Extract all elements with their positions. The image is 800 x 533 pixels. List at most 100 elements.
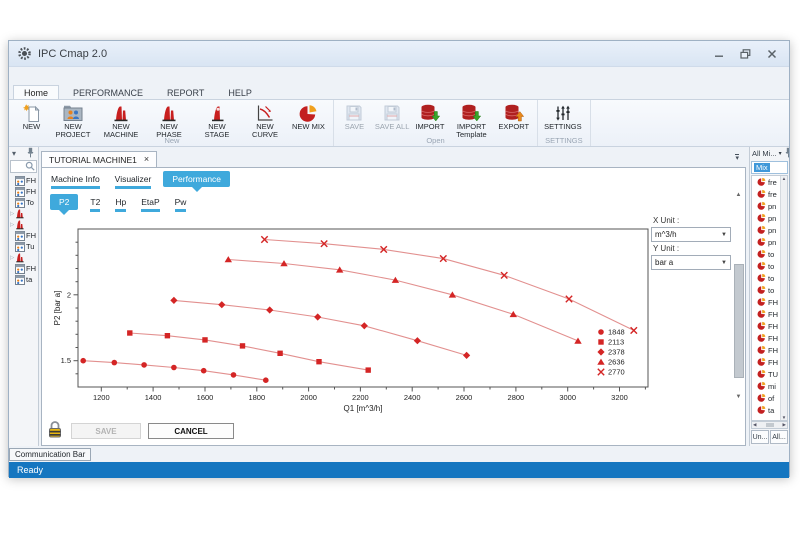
scroll-up-icon[interactable]: ▲ [736,192,742,198]
mix-item-2[interactable]: pn [752,200,781,212]
mix-item-5[interactable]: pn [752,236,781,248]
scroll-down-icon[interactable]: ▼ [782,415,786,420]
tree-item-0[interactable]: FH [9,175,38,186]
chart-series-1848-marker [80,358,86,364]
scroll-right-icon[interactable]: ▶ [783,422,786,428]
window-title: IPC Cmap 2.0 [38,48,107,60]
tree-item-8[interactable]: FH [9,263,38,274]
tree-item-9[interactable]: ta [9,274,38,285]
mix-item-16[interactable]: TU [752,368,781,380]
mix-item-13[interactable]: FH [752,332,781,344]
scroll-left-icon[interactable]: ◀ [753,422,756,428]
minimize-button[interactable] [714,49,724,59]
search-icon [25,158,35,176]
cancel-button[interactable]: CANCEL [148,423,234,439]
mix-item-4[interactable]: pn [752,224,781,236]
mix-item-15[interactable]: FH [752,356,781,368]
tab-hp[interactable]: Hp [112,194,129,213]
titlebar[interactable]: IPC Cmap 2.0 [9,41,789,67]
tab-etap[interactable]: EtaP [138,194,162,213]
new-phase-button[interactable]: NEW PHASE [146,102,192,140]
new-project-button[interactable]: NEW PROJECT [50,102,96,140]
tab-all[interactable]: All... [770,430,788,444]
ribbon-tab-home[interactable]: Home [13,85,59,99]
import-template-button[interactable]: IMPORT Template [448,102,494,140]
expander-icon[interactable]: ▷ [10,255,14,261]
new-machine-button[interactable]: NEW MACHINE [98,102,144,140]
mix-item-18[interactable]: of [752,392,781,404]
document-tab[interactable]: TUTORIAL MACHINE1 × [41,151,157,167]
expander-icon[interactable]: ▷ [10,211,14,217]
tab-machine-info[interactable]: Machine Info [48,171,103,190]
pie-icon-small [757,405,766,416]
tree-item-6[interactable]: Tu [9,241,38,252]
right-panel-scrollbar[interactable]: ▲ ▼ [780,176,787,420]
restore-button[interactable] [740,49,751,59]
x-tick-label: 3000 [559,393,576,402]
new-button[interactable]: NEW [15,102,48,131]
tree-item-7[interactable]: ▷ [9,252,38,263]
ribbon-tab-performance[interactable]: PERFORMANCE [63,86,153,99]
scrollbar-thumb[interactable] [766,423,774,427]
mix-item-3[interactable]: pn [752,212,781,224]
tab-visualizer[interactable]: Visualizer [112,171,155,190]
expander-icon[interactable]: ▷ [10,222,14,228]
import-button[interactable]: IMPORT [413,102,446,131]
left-panel-dropdown-icon[interactable]: ▾ [12,149,16,158]
table-icon [15,176,25,186]
tree-item-1[interactable]: FH [9,186,38,197]
mix-item-0[interactable]: fre [752,176,781,188]
communication-bar-tab[interactable]: Communication Bar [9,448,91,461]
new-stage-button[interactable]: NEW STAGE [194,102,240,140]
mix-item-6[interactable]: to [752,248,781,260]
desktop: IPC Cmap 2.0 Home PERFORMANCE REPORT HELP N… [0,0,800,533]
mix-item-14[interactable]: FH [752,344,781,356]
mix-item-10[interactable]: FH [752,296,781,308]
scroll-down-icon[interactable]: ▼ [736,394,742,400]
scroll-up-icon[interactable]: ▲ [782,176,786,181]
y-unit-select[interactable]: bar a ▼ [651,255,731,270]
right-panel-search-input[interactable]: Mix [751,161,788,174]
mix-item-7[interactable]: to [752,260,781,272]
pie-icon-small [757,333,766,344]
mix-item-label: FH [768,310,778,319]
tab-unassigned[interactable]: Un... [751,430,769,444]
ribbon-tab-report[interactable]: REPORT [157,86,214,99]
mix-item-19[interactable]: ta [752,404,781,416]
close-button[interactable] [767,49,777,59]
tree-item-2[interactable]: To [9,197,38,208]
scrollbar-thumb[interactable] [734,264,744,378]
chevron-down-icon: ▼ [721,232,727,238]
right-panel-dropdown-icon[interactable]: ▾ [779,150,782,157]
x-unit-select[interactable]: m^3/h ▼ [651,227,731,242]
new-curve-button[interactable]: NEW CURVE [242,102,288,140]
ribbon-tab-help[interactable]: HELP [218,86,262,99]
pie-icon-small [757,321,766,332]
tab-performance[interactable]: Performance [163,171,230,187]
export-button[interactable]: EXPORT [496,102,531,131]
tree-item-4[interactable]: ▷ [9,219,38,230]
tree-item-5[interactable]: FH [9,230,38,241]
new-mix-button[interactable]: NEW MIX [290,102,327,131]
mix-item-17[interactable]: mi [752,380,781,392]
right-panel-hscrollbar[interactable]: ◀ ▶ [751,421,788,429]
settings-icon [553,102,573,123]
tab-p2[interactable]: P2 [50,194,78,210]
tree-item-3[interactable]: ▷ [9,208,38,219]
left-panel-search-input[interactable] [10,160,37,173]
tab-list-dropdown-icon[interactable]: ▾ [735,154,739,162]
settings-button[interactable]: SETTINGS [542,102,584,131]
pin-icon[interactable] [784,147,789,160]
tab-pw[interactable]: Pw [172,194,190,213]
mix-item-12[interactable]: FH [752,320,781,332]
tab-t2[interactable]: T2 [87,194,103,213]
mix-item-9[interactable]: to [752,284,781,296]
mix-item-11[interactable]: FH [752,308,781,320]
close-document-icon[interactable]: × [144,155,149,164]
pie-icon-small [757,213,766,224]
chart-scrollbar[interactable]: ▲ ▼ [733,192,744,400]
pie-icon-small [757,189,766,200]
chart-series-1848-marker [263,377,269,383]
mix-item-8[interactable]: to [752,272,781,284]
mix-item-1[interactable]: fre [752,188,781,200]
